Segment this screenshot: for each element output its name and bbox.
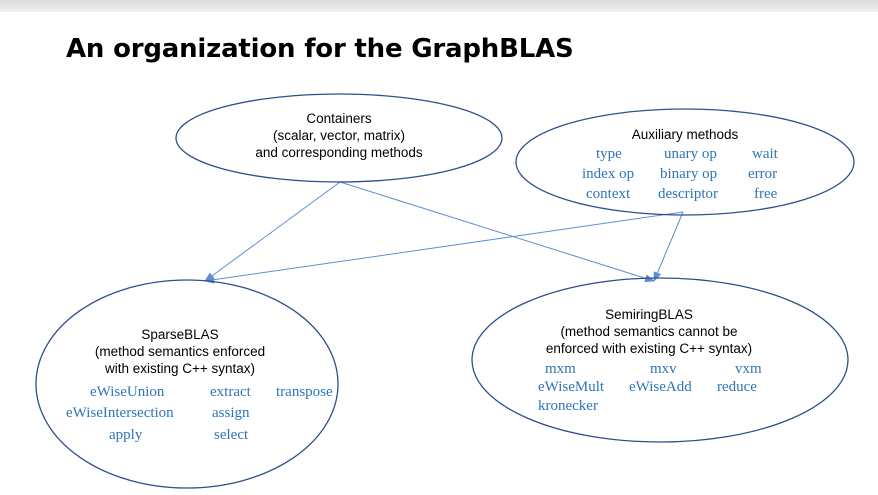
method-reduce: reduce [717, 379, 757, 395]
semiringblas-line: (method semantics cannot be [560, 324, 738, 339]
sparseblas-label: SparseBLAS (method semantics enforced wi… [70, 326, 290, 377]
method-type: type [596, 146, 622, 162]
method-descriptor: descriptor [658, 186, 718, 202]
containers-label: Containers (scalar, vector, matrix) and … [239, 110, 439, 161]
sparseblas-line: SparseBLAS [141, 327, 219, 342]
sparseblas-line: (method semantics enforced [94, 344, 266, 359]
sparseblas-line: with existing C++ syntax) [104, 361, 256, 376]
method-index-op: index op [582, 166, 635, 182]
method-ewiseadd: eWiseAdd [629, 379, 692, 395]
edge-auxiliary-to-sparseblas [204, 211, 684, 284]
method-ewiseunion: eWiseUnion [90, 384, 165, 400]
method-ewisemult: eWiseMult [538, 379, 605, 395]
method-free: free [754, 186, 778, 202]
semiringblas-line: enforced with existing C++ syntax) [545, 341, 753, 356]
method-assign: assign [212, 405, 250, 421]
semiringblas-line: SemiringBLAS [605, 307, 693, 322]
containers-line: and corresponding methods [255, 145, 423, 160]
method-extract: extract [210, 384, 251, 400]
method-mxv: mxv [650, 361, 677, 377]
method-wait: wait [752, 146, 778, 162]
method-binary-op: binary op [660, 166, 718, 182]
method-context: context [586, 186, 631, 202]
method-apply: apply [109, 427, 143, 443]
containers-line: (scalar, vector, matrix) [272, 128, 406, 143]
method-unary-op: unary op [664, 146, 717, 162]
method-transpose: transpose [276, 384, 333, 400]
method-select: select [214, 427, 249, 443]
method-ewiseintersection: eWiseIntersection [66, 405, 174, 421]
method-kronecker: kronecker [538, 398, 598, 414]
edge-auxiliary-to-semiringblas [653, 211, 684, 282]
auxiliary-heading: Auxiliary methods [631, 127, 739, 142]
method-vxm: vxm [735, 361, 762, 377]
edge-containers-to-sparseblas [204, 181, 341, 282]
method-mxm: mxm [545, 361, 576, 377]
semiringblas-label: SemiringBLAS (method semantics cannot be… [524, 306, 774, 357]
containers-line: Containers [306, 111, 372, 126]
method-error: error [748, 166, 778, 182]
